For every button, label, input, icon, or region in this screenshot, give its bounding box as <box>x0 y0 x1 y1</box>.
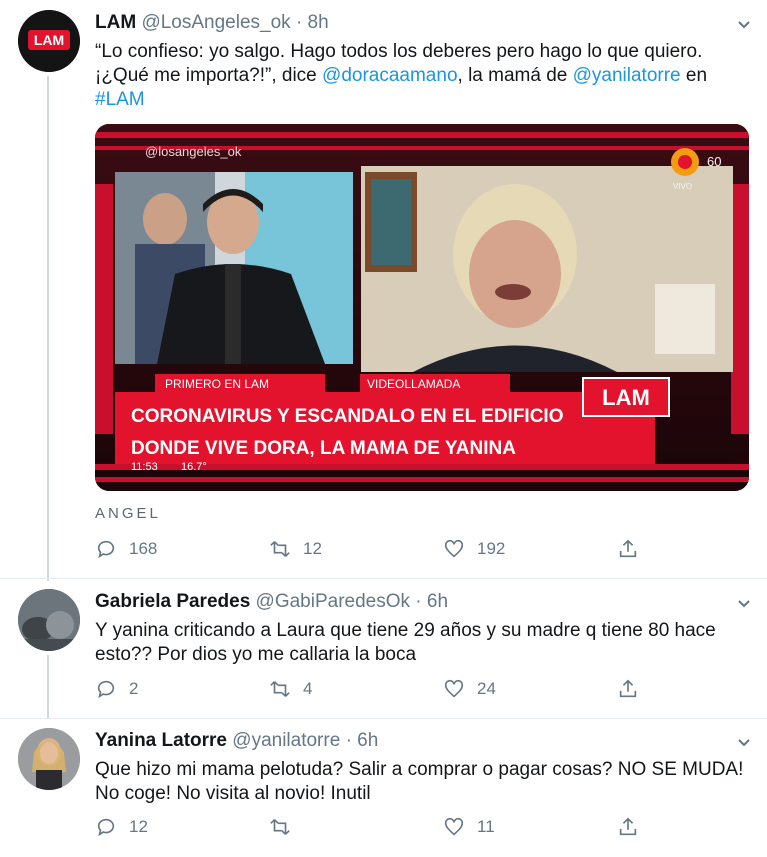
tweet-actions: 2 4 24 <box>95 678 655 704</box>
share-button[interactable] <box>617 816 651 838</box>
lam-logo-icon: LAM <box>18 10 80 72</box>
reply-button[interactable]: 168 <box>95 538 157 560</box>
share-icon <box>619 539 637 558</box>
tag-primero: PRIMERO EN LAM <box>165 377 269 391</box>
tweet-media-image[interactable]: @losangeles_ok 60 VIVO PRIMERO EN LAM VI… <box>95 124 749 491</box>
channel-number: 60 <box>707 154 721 169</box>
avatar-logo-text: LAM <box>34 32 64 48</box>
tweet-text: Y yanina criticando a Laura que tiene 29… <box>95 620 716 665</box>
tag-videollamada: VIDEOLLAMADA <box>367 377 460 391</box>
display-name[interactable]: LAM <box>95 12 136 33</box>
share-icon <box>619 679 637 698</box>
avatar-gabriela[interactable] <box>18 589 80 651</box>
display-name[interactable]: Gabriela Paredes <box>95 591 250 612</box>
display-name[interactable]: Yanina Latorre <box>95 730 227 751</box>
user-handle[interactable]: @LosAngeles_ok <box>141 12 290 33</box>
lam-logo-text: LAM <box>602 385 650 410</box>
like-count: 192 <box>477 539 506 558</box>
tweet-yanina[interactable]: Yanina Latorre @yanilatorre · 6h Que hiz… <box>0 718 767 857</box>
like-button[interactable]: 192 <box>443 538 505 560</box>
tweet-lam[interactable]: LAM LAM @LosAngeles_ok · 8h “Lo confieso… <box>0 0 767 581</box>
timestamp[interactable]: 8h <box>308 12 329 33</box>
timestamp[interactable]: 6h <box>357 730 378 751</box>
reply-count: 168 <box>129 539 158 558</box>
tweet-text: “Lo confieso: yo salgo. Hago todos los d… <box>95 40 745 112</box>
separator-dot: · <box>295 12 303 33</box>
media-credit: ANGEL <box>95 505 161 522</box>
like-button[interactable]: 24 <box>443 678 496 700</box>
tweet-text: Que hizo mi mama pelotuda? Salir a compr… <box>95 759 744 804</box>
retweet-button[interactable]: 12 <box>269 538 322 560</box>
retweet-count: 4 <box>303 679 313 698</box>
avatar-photo <box>18 589 80 651</box>
chevron-down-icon[interactable] <box>737 18 751 32</box>
chevron-down-icon[interactable] <box>737 736 751 750</box>
avatar-yanina[interactable] <box>18 728 80 790</box>
thread-line <box>47 76 49 581</box>
tweet-actions: 12 11 <box>95 816 655 842</box>
hashtag-link[interactable]: #LAM <box>95 89 145 110</box>
tweet-header: LAM @LosAngeles_ok · 8h <box>95 12 329 34</box>
retweet-icon <box>270 541 290 557</box>
text-segment: , la mamá de <box>457 65 573 86</box>
like-button[interactable]: 11 <box>443 816 495 838</box>
share-button[interactable] <box>617 538 651 560</box>
like-count: 24 <box>477 679 496 698</box>
chevron-down-icon[interactable] <box>737 597 751 611</box>
retweet-icon <box>270 681 290 697</box>
retweet-button[interactable] <box>269 816 303 838</box>
avatar-lam[interactable]: LAM <box>18 10 80 72</box>
temperature-text: 16.7° <box>181 461 207 473</box>
live-label: VIVO <box>673 182 692 191</box>
clock-text: 11:53 <box>131 461 158 473</box>
tweet-actions: 168 12 192 <box>95 538 655 564</box>
reply-icon <box>97 680 115 699</box>
tweet-header: Gabriela Paredes @GabiParedesOk · 6h <box>95 591 448 613</box>
thread-line <box>47 655 49 719</box>
user-handle[interactable]: @yanilatorre <box>232 730 340 751</box>
separator-dot: · <box>415 591 422 612</box>
reply-icon <box>97 818 115 837</box>
heart-icon <box>444 679 464 698</box>
headline-line1: CORONAVIRUS Y ESCANDALO EN EL EDIFICIO <box>131 406 563 427</box>
headline-line2: DONDE VIVE DORA, LA MAMA DE YANINA <box>131 438 516 459</box>
reply-icon <box>97 540 115 559</box>
user-handle[interactable]: @GabiParedesOk <box>256 591 410 612</box>
share-icon <box>619 817 637 836</box>
retweet-button[interactable]: 4 <box>269 678 312 700</box>
mention-link[interactable]: @doracaamano <box>322 65 457 86</box>
share-button[interactable] <box>617 678 651 700</box>
retweet-icon <box>270 819 290 835</box>
reply-count: 2 <box>129 679 139 698</box>
tweet-header: Yanina Latorre @yanilatorre · 6h <box>95 730 378 752</box>
avatar-photo <box>18 728 80 790</box>
timestamp[interactable]: 6h <box>427 591 448 612</box>
reply-button[interactable]: 12 <box>95 816 148 838</box>
mention-link[interactable]: @yanilatorre <box>573 65 681 86</box>
tv-frame-graphic: @losangeles_ok 60 VIVO PRIMERO EN LAM VI… <box>95 124 749 491</box>
heart-icon <box>444 539 464 558</box>
reply-count: 12 <box>129 817 148 836</box>
retweet-count: 12 <box>303 539 322 558</box>
like-count: 11 <box>477 817 495 836</box>
heart-icon <box>444 817 464 836</box>
reply-button[interactable]: 2 <box>95 678 138 700</box>
tweet-gabriela[interactable]: Gabriela Paredes @GabiParedesOk · 6h Y y… <box>0 579 767 719</box>
watermark-text: @losangeles_ok <box>145 144 242 159</box>
text-segment: en <box>680 65 708 86</box>
separator-dot: · <box>345 730 352 751</box>
